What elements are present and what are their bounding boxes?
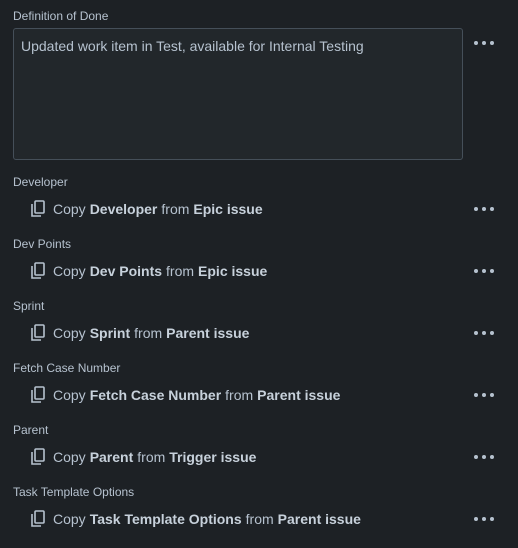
task-template-options-copy-value[interactable]: Copy Task Template Options from Parent i…: [30, 509, 361, 529]
developer-label: Developer: [13, 175, 68, 189]
more-dot: [474, 41, 478, 45]
from-word: from: [166, 263, 195, 279]
copy-word: Copy: [53, 387, 86, 403]
copy-icon: [31, 448, 45, 465]
sprint-label: Sprint: [13, 299, 45, 313]
more-dot: [474, 393, 478, 397]
more-dot: [490, 207, 494, 211]
copy-word: Copy: [53, 449, 86, 465]
more-dot: [482, 269, 486, 273]
more-dot: [482, 41, 486, 45]
copy-field-name: Dev Points: [89, 263, 163, 279]
task-template-options-label: Task Template Options: [13, 485, 135, 499]
parent-label: Parent: [13, 423, 49, 437]
from-word: from: [161, 201, 190, 217]
more-dot: [474, 331, 478, 335]
developer-copy-value[interactable]: Copy Developer from Epic issue: [30, 199, 263, 219]
copy-source: Parent issue: [166, 325, 250, 341]
from-word: from: [137, 449, 166, 465]
more-dot: [474, 207, 478, 211]
sprint-more-button[interactable]: [474, 327, 494, 339]
copy-source: Epic issue: [198, 263, 268, 279]
copy-icon: [31, 386, 45, 403]
more-dot: [482, 331, 486, 335]
rule-field-settings-panel: Definition of Done Updated work item in …: [0, 0, 518, 548]
fetch-case-number-copy-value[interactable]: Copy Fetch Case Number from Parent issue: [30, 385, 340, 405]
fetch-case-number-label: Fetch Case Number: [13, 361, 121, 375]
sprint-copy-value[interactable]: Copy Sprint from Parent issue: [30, 323, 249, 343]
copy-source: Parent issue: [257, 387, 341, 403]
copy-word: Copy: [53, 325, 86, 341]
copy-field-name: Fetch Case Number: [89, 387, 222, 403]
more-dot: [482, 517, 486, 521]
dev-points-copy-value[interactable]: Copy Dev Points from Epic issue: [30, 261, 267, 281]
copy-word: Copy: [53, 201, 86, 217]
copy-source: Parent issue: [277, 511, 361, 527]
dod-textarea[interactable]: Updated work item in Test, available for…: [13, 28, 463, 160]
dev-points-label: Dev Points: [13, 237, 72, 251]
copy-field-name: Developer: [89, 201, 158, 217]
more-dot: [474, 517, 478, 521]
dod-label: Definition of Done: [13, 9, 109, 23]
copy-icon: [31, 324, 45, 341]
developer-more-button[interactable]: [474, 203, 494, 215]
fetch-case-number-more-button[interactable]: [474, 389, 494, 401]
more-dot: [482, 393, 486, 397]
copy-source: Epic issue: [193, 201, 263, 217]
from-word: from: [134, 325, 163, 341]
copy-source: Trigger issue: [169, 449, 257, 465]
from-word: from: [245, 511, 274, 527]
more-dot: [490, 269, 494, 273]
copy-word: Copy: [53, 263, 86, 279]
parent-more-button[interactable]: [474, 451, 494, 463]
copy-field-name: Parent: [89, 449, 134, 465]
more-dot: [490, 41, 494, 45]
copy-word: Copy: [53, 511, 86, 527]
copy-field-name: Sprint: [89, 325, 131, 341]
more-dot: [490, 517, 494, 521]
more-dot: [482, 455, 486, 459]
from-word: from: [225, 387, 254, 403]
more-dot: [474, 455, 478, 459]
copy-icon: [31, 510, 45, 527]
dev-points-more-button[interactable]: [474, 265, 494, 277]
more-dot: [474, 269, 478, 273]
copy-icon: [31, 262, 45, 279]
copy-field-name: Task Template Options: [89, 511, 242, 527]
more-dot: [490, 455, 494, 459]
more-dot: [490, 393, 494, 397]
parent-copy-value[interactable]: Copy Parent from Trigger issue: [30, 447, 256, 467]
copy-icon: [31, 200, 45, 217]
dod-more-button[interactable]: [474, 37, 494, 49]
task-template-options-more-button[interactable]: [474, 513, 494, 525]
more-dot: [490, 331, 494, 335]
more-dot: [482, 207, 486, 211]
